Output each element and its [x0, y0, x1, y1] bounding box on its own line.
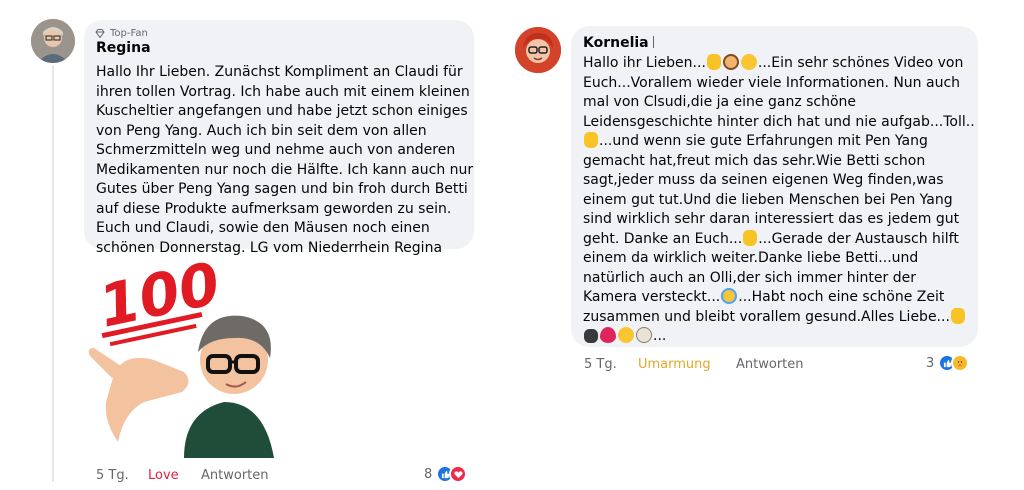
comment-line: zusammen und bleibt vorallem gesund.Alle… [583, 307, 975, 328]
comment-line: einem gut tut.Und die lieben Menschen be… [583, 191, 975, 211]
comment-text-run: Gutes über Peng Yang sagen und bin froh … [96, 181, 468, 197]
thumbs-up-emoji-icon [706, 54, 721, 70]
comment-text-run: einem da wirklich weiter.Danke liebe Bet… [583, 250, 919, 266]
comment-text-run: sagt,jeder muss da seinen eigenen Weg fi… [583, 172, 944, 188]
comment-line: von Peng Yang. Auch ich bin seit dem von… [96, 122, 473, 142]
comment-text-run: sind wirklich sehr daran interessiert da… [583, 211, 960, 227]
comment-line: einem da wirklich weiter.Danke liebe Bet… [583, 249, 975, 269]
comment-line: Medikamenten nur noch die Hälfte. Ich ka… [96, 161, 473, 181]
comment-text: Hallo ihr Lieben... ...Ein sehr schönes V… [583, 54, 975, 347]
author-separator [652, 36, 654, 48]
comment-line: ... [583, 327, 975, 347]
thumbs-up-emoji-icon [950, 307, 965, 324]
reaction-count: 8 [424, 466, 433, 482]
comment-line: Kamera versteckt... ...Habt noch eine sch… [583, 288, 975, 308]
avatar-kornelia[interactable] [515, 27, 561, 73]
comment-text-run: Euch und Claudi, sowie den Mäusen noch e… [96, 220, 430, 236]
comment-text-run: Leidensgeschichte hinter dich hat und ni… [583, 113, 975, 130]
comment-text: Hallo Ihr Lieben. Zunächst Kompliment an… [96, 63, 473, 258]
comment-text-run: ...Habt noch eine schöne Zeit [738, 289, 945, 305]
thumbs-up-emoji-icon [743, 229, 758, 246]
reaction-care-button[interactable]: Umarmung [638, 357, 711, 372]
comment-text-run: zusammen und bleibt vorallem gesund.Alle… [583, 308, 950, 325]
woman-emoji-icon [722, 54, 739, 70]
love-icon [449, 465, 468, 483]
comment-text-run: ...und wenn sie gute Erfahrungen mit Pen… [599, 133, 928, 149]
reaction-love-button[interactable]: Love [148, 468, 179, 483]
comment-text-run: natürlich auch an Olli,der sich immer hi… [583, 269, 916, 286]
sticker-100-memoji: 100 [84, 249, 284, 458]
comment-line: natürlich auch an Olli,der sich immer hi… [583, 269, 975, 289]
comment-text-run: Kamera versteckt... [583, 289, 721, 305]
dog-face-emoji-icon [636, 327, 652, 343]
comment-text-run: ihren tollen Vortrag. Ich habe auch mit … [96, 83, 470, 100]
comment-line: Euch...Vorallem wieder viele Information… [583, 74, 975, 94]
comment-text-run: Euch...Vorallem wieder viele Information… [583, 74, 961, 91]
comment-line: auf diese Produkte aufmerksam geworden z… [96, 200, 473, 220]
sticker-label: 100 [93, 252, 226, 341]
author-name[interactable]: Regina [96, 40, 151, 56]
comment-text-run: einem gut tut.Und die lieben Menschen be… [583, 191, 953, 208]
smiling-face-emoji-icon [740, 54, 757, 70]
timestamp[interactable]: 5 Tg. [584, 357, 617, 372]
diamond-icon [95, 29, 105, 38]
reaction-count: 3 [926, 355, 935, 371]
comment-line: sind wirklich sehr daran interessiert da… [583, 210, 975, 230]
comment-text-run: ... [653, 328, 667, 344]
reaction-summary[interactable]: 3 [926, 354, 970, 372]
comment-line: ...und wenn sie gute Erfahrungen mit Pen… [583, 132, 975, 152]
smiling-face-emoji-icon [618, 327, 634, 343]
laughing-face-emoji-icon [721, 288, 738, 304]
comment-line: Kuscheltier angefangen und habe jetzt sc… [96, 102, 473, 122]
comment-text-run: Hallo Ihr Lieben. Zunächst Kompliment an… [96, 64, 463, 80]
badge-label: Top-Fan [110, 28, 148, 39]
comment-line: Gutes über Peng Yang sagen und bin froh … [96, 180, 473, 200]
reaction-summary[interactable]: 8 [424, 465, 468, 483]
comment-text-run: geht. Danke an Euch... [583, 230, 743, 247]
comment-line: gemacht hat,freut mich das sehr.Wie Bett… [583, 152, 975, 172]
comment-line: Hallo ihr Lieben... ...Ein sehr schönes V… [583, 54, 975, 74]
comment-line: Euch und Claudi, sowie den Mäusen noch e… [96, 219, 473, 239]
paw-prints-emoji-icon [584, 329, 598, 343]
comment-line: Leidensgeschichte hinter dich hat und ni… [583, 113, 975, 133]
thumbs-up-emoji-icon [584, 132, 598, 148]
reply-button[interactable]: Antworten [736, 357, 804, 372]
comment-text-run: gemacht hat,freut mich das sehr.Wie Bett… [583, 152, 926, 169]
comment-text-run: Kuscheltier angefangen und habe jetzt sc… [96, 103, 468, 119]
comment-text-run: ...Ein sehr schönes Video von [757, 55, 964, 71]
comment-text-run: Schmerzmitteln weg und nehme auch von an… [96, 142, 456, 158]
thread-line [52, 66, 54, 482]
care-icon [951, 354, 970, 372]
top-fan-badge: Top-Fan [95, 28, 148, 39]
author-name[interactable]: Kornelia [583, 35, 654, 51]
timestamp[interactable]: 5 Tg. [96, 468, 129, 483]
comment-text-run: von Peng Yang. Auch ich bin seit dem von… [96, 122, 427, 139]
author-name-label: Kornelia [583, 35, 649, 51]
comment-text-run: ...Gerade der Austausch hilft [758, 230, 959, 247]
red-heart-emoji-icon [600, 327, 616, 343]
comment-line: geht. Danke an Euch... ...Gerade der Aust… [583, 229, 975, 250]
avatar-regina[interactable] [31, 19, 75, 63]
comment-text-run: mal von Clsudi,die ja eine ganz schöne [583, 94, 857, 110]
comment-line: sagt,jeder muss da seinen eigenen Weg fi… [583, 171, 975, 191]
comment-line: Schmerzmitteln weg und nehme auch von an… [96, 141, 473, 161]
comment-text-run: Hallo ihr Lieben... [583, 55, 706, 71]
comment-line: ihren tollen Vortrag. Ich habe auch mit … [96, 83, 473, 103]
comment-text-run: Medikamenten nur noch die Hälfte. Ich ka… [96, 161, 474, 178]
reply-button[interactable]: Antworten [201, 468, 269, 483]
comment-line: Hallo Ihr Lieben. Zunächst Kompliment an… [96, 63, 473, 83]
comment-text-run: auf diese Produkte aufmerksam geworden z… [96, 200, 452, 217]
comment-line: mal von Clsudi,die ja eine ganz schöne [583, 93, 975, 113]
